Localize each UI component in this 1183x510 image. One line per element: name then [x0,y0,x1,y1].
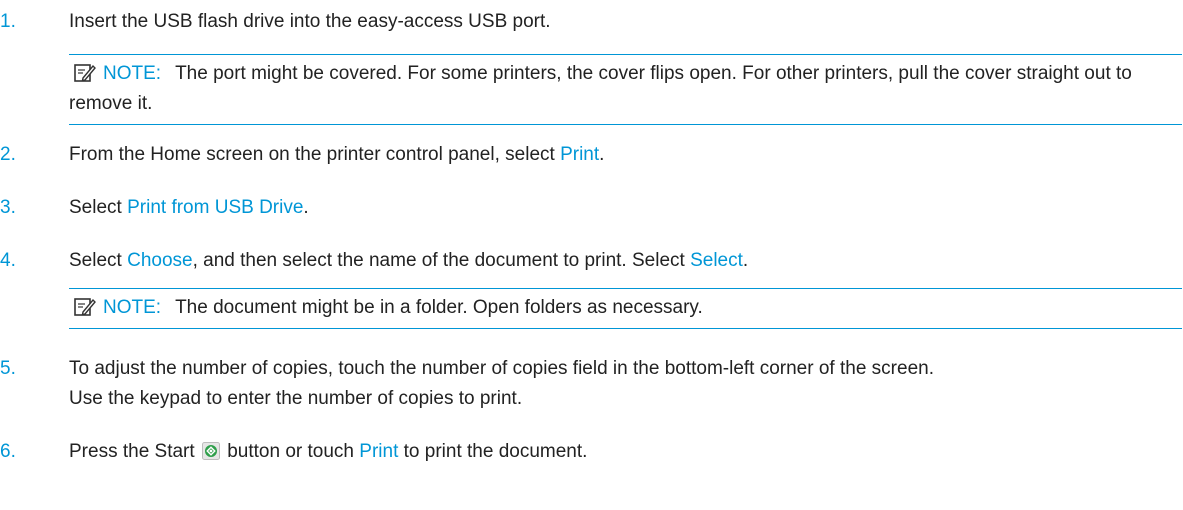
step-number: 3. [0,197,16,218]
step-text: From the Home screen on the printer cont… [69,140,1169,170]
step-number: 2. [0,144,16,165]
step-number: 6. [0,441,16,462]
note-text: The document might be in a folder. Open … [175,297,703,318]
step-text-part: . [599,144,605,165]
print-from-usb-drive-link[interactable]: Print from USB Drive [127,197,303,218]
step-text-part: . [742,250,749,271]
choose-link[interactable]: Choose [127,250,193,271]
step-number: 5. [0,358,16,379]
note-box: NOTE: The document might be in a folder. … [69,288,1182,329]
step-text-part: Press the Start [69,441,200,462]
step-text-part: , and then select the name of the docume… [192,250,691,271]
step-text: Select Print from USB Drive. [69,193,1169,223]
step-text-part: Select [69,250,128,271]
print-link[interactable]: Print [560,144,599,165]
step-text-part: to print the document. [398,441,588,462]
note-label: NOTE: [103,297,162,318]
step-text: To adjust the number of copies, touch th… [69,354,1169,414]
step-text: Select Choose, and then select the name … [69,246,1169,276]
step-text-line: Use the keypad to enter the number of co… [69,388,523,409]
note-box: NOTE: The port might be covered. For some… [69,54,1182,125]
step-text-part: . [303,197,309,218]
step-text-part: From the Home screen on the printer cont… [69,144,561,165]
note-content: NOTE: The document might be in a folder. … [69,293,1179,323]
note-content: NOTE: The port might be covered. For some… [69,59,1179,119]
step-text: Press the Start button or touch Print to… [69,437,1169,467]
select-link[interactable]: Select [690,250,743,271]
step-text: Insert the USB flash drive into the easy… [69,11,551,32]
step-text-part: button or touch [221,441,360,462]
step-text-part: Select [69,197,128,218]
note-label: NOTE: [103,63,162,84]
print-link[interactable]: Print [359,441,398,462]
step-number: 4. [0,250,16,271]
step-number: 1. [0,11,16,32]
note-text: The port might be covered. For some prin… [69,63,1132,114]
document-page: 1. Insert the USB flash drive into the e… [0,0,1183,510]
step-text-line: To adjust the number of copies, touch th… [69,358,934,379]
start-button-icon [201,442,220,460]
